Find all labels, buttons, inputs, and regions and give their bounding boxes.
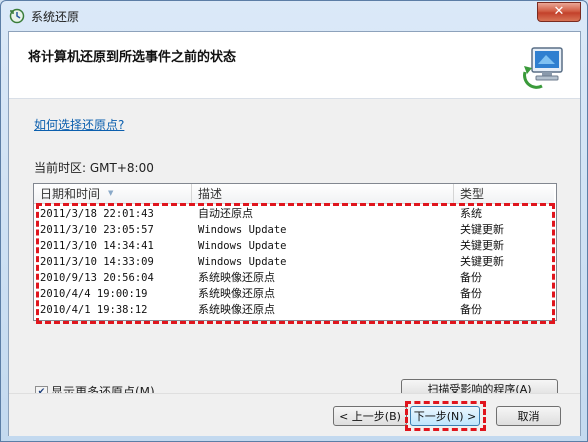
sort-arrow-icon: ▼ bbox=[108, 189, 114, 197]
back-button[interactable]: < 上一步(B) bbox=[333, 406, 407, 426]
cancel-button[interactable]: 取消 bbox=[496, 406, 561, 426]
window-title: 系统还原 bbox=[31, 10, 80, 24]
column-header-type[interactable]: 类型 bbox=[454, 184, 554, 204]
column-header-datetime[interactable]: ▼ 日期和时间 bbox=[34, 184, 192, 204]
column-header-label: 类型 bbox=[460, 187, 485, 201]
system-restore-window: 系统还原 ✕ 将计算机还原到所选事件之前的状态 如何选择还原点? 当前时区: G… bbox=[0, 0, 588, 442]
column-header-label: 描述 bbox=[198, 187, 223, 201]
dialog-footer: < 上一步(B) 下一步(N) > 取消 bbox=[9, 393, 580, 436]
dialog-body: 如何选择还原点? 当前时区: GMT+8:00 ▼ 日期和时间 描述 类型 20… bbox=[9, 99, 580, 399]
page-title: 将计算机还原到所选事件之前的状态 bbox=[28, 50, 237, 65]
computer-restore-icon bbox=[523, 47, 563, 89]
dialog-client-area: 将计算机还原到所选事件之前的状态 如何选择还原点? 当前时区: GMT+8:00… bbox=[8, 31, 581, 436]
system-restore-icon bbox=[9, 8, 25, 24]
column-header-label: 日期和时间 bbox=[40, 187, 101, 201]
title-bar[interactable]: 系统还原 ✕ bbox=[1, 1, 587, 31]
dialog-header: 将计算机还原到所选事件之前的状态 bbox=[9, 32, 580, 99]
timezone-label: 当前时区: GMT+8:00 bbox=[34, 161, 154, 175]
restore-points-highlight bbox=[36, 203, 555, 324]
help-link[interactable]: 如何选择还原点? bbox=[34, 116, 124, 133]
close-button[interactable]: ✕ bbox=[537, 2, 581, 22]
next-button-highlight bbox=[405, 401, 486, 431]
column-header-description[interactable]: 描述 bbox=[192, 184, 454, 204]
